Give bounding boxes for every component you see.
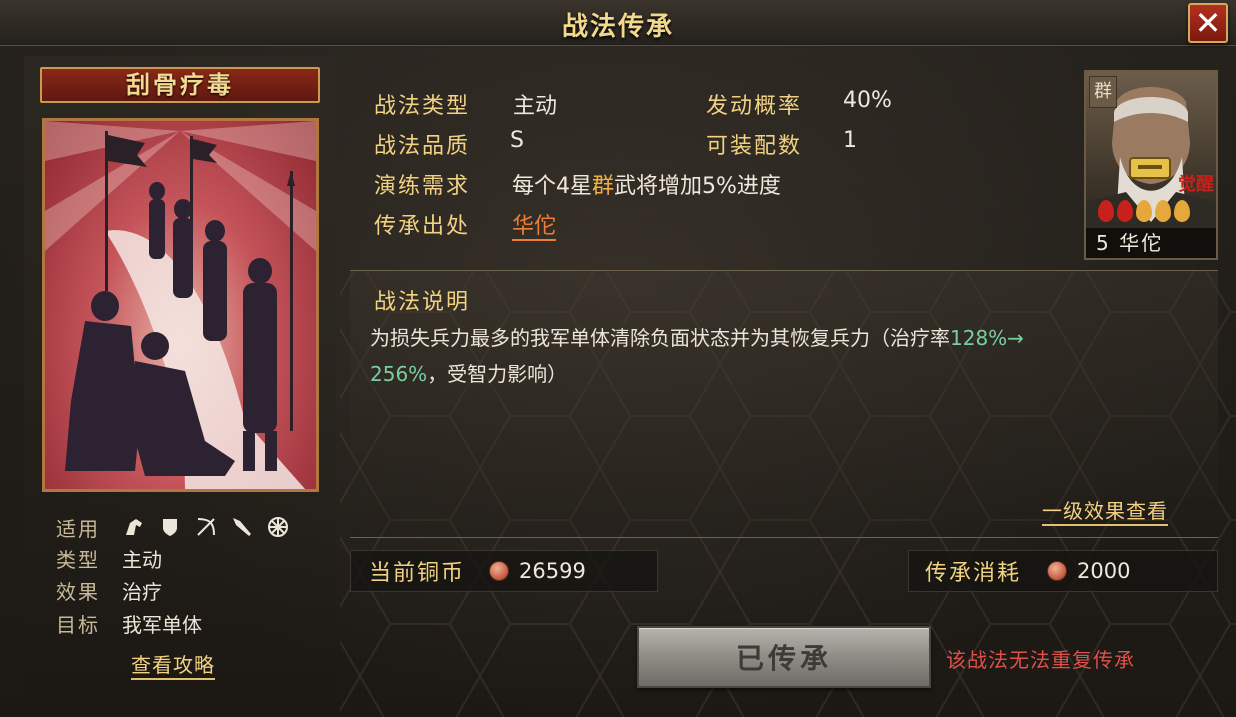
general-name-bar: 5 华佗 <box>1086 228 1216 258</box>
trigger-rate-label: 发动概率 <box>706 94 803 119</box>
inherit-cost-value: 2000 <box>1077 559 1131 583</box>
current-coins-label: 当前铜币 <box>369 561 466 586</box>
description-part: ，受智力影响） <box>427 362 568 386</box>
info-key: 类型 <box>56 547 100 572</box>
close-button[interactable]: ✕ <box>1188 3 1228 43</box>
drill-requirement-value: 每个4星群武将增加5%进度 <box>512 168 781 200</box>
star-icon <box>1136 200 1152 222</box>
info-key: 目标 <box>56 612 100 637</box>
page-title: 战法传承 <box>561 12 674 42</box>
info-row-type: 类型 主动 <box>56 543 162 573</box>
view-guide-link[interactable]: 查看攻略 <box>131 652 215 680</box>
description-text: 为损失兵力最多的我军单体清除负面状态并为其恢复兵力（治疗率128%→ 256%，受… <box>370 320 1190 392</box>
level-one-effect-link[interactable]: 一级效果查看 <box>1042 498 1168 526</box>
info-value: 主动 <box>122 547 162 572</box>
current-coins-bar: 当前铜币 26599 <box>350 550 658 592</box>
star-icon <box>1098 200 1114 222</box>
inherit-source-label: 传承出处 <box>374 214 471 239</box>
spear-icon <box>233 518 251 536</box>
inherited-button[interactable]: 已传承 <box>637 626 931 688</box>
heal-rate-end: 256% <box>370 362 428 386</box>
cannot-reinherit-warning: 该战法无法重复传承 <box>946 648 1135 672</box>
equip-count-value: 1 <box>843 128 857 153</box>
skill-quality-value: S <box>510 128 524 153</box>
inherit-source-value: 华佗 <box>512 208 557 241</box>
star-icon <box>1174 200 1190 222</box>
description-title: 战法说明 <box>374 290 471 315</box>
skill-quality-label: 战法品质 <box>374 134 471 159</box>
info-row-effect: 效果 治疗 <box>56 575 162 605</box>
siege-icon <box>268 517 288 537</box>
info-value: 治疗 <box>122 579 162 604</box>
copper-coin-icon <box>1047 561 1068 581</box>
skill-card-art <box>42 118 319 492</box>
skill-type-value: 主动 <box>513 94 558 119</box>
info-key: 适用 <box>56 516 100 541</box>
unit-type-icons <box>122 515 290 539</box>
info-row-applicable: 适用 <box>56 512 290 542</box>
skill-illustration <box>45 121 316 489</box>
drill-suffix: 武将增加5%进度 <box>614 174 781 199</box>
general-portrait[interactable]: 觉醒 群 5 华佗 <box>1084 70 1218 260</box>
faction-badge: 群 <box>1089 76 1117 108</box>
drill-prefix: 每个4星 <box>512 174 592 199</box>
bow-icon <box>197 518 215 536</box>
close-icon: ✕ <box>1194 4 1222 42</box>
description-part: 为损失兵力最多的我军单体清除负面状态并为其恢复兵力（治疗率 <box>370 326 950 350</box>
source-general-link[interactable]: 华佗 <box>512 214 557 241</box>
trigger-rate-value: 40% <box>843 88 892 113</box>
info-row-target: 目标 我军单体 <box>56 608 202 638</box>
star-rating <box>1098 200 1190 222</box>
star-icon <box>1117 200 1133 222</box>
drill-faction: 群 <box>592 174 615 199</box>
star-icon <box>1155 200 1171 222</box>
inherit-cost-bar: 传承消耗 2000 <box>908 550 1218 592</box>
copper-coin-icon <box>489 561 510 581</box>
info-value: 我军单体 <box>122 612 202 637</box>
drill-requirement-label: 演练需求 <box>374 174 471 199</box>
equip-count-label: 可装配数 <box>706 134 803 159</box>
title-bar: 战法传承 ✕ <box>0 0 1236 46</box>
current-coins-value: 26599 <box>519 559 586 583</box>
skill-type-label: 战法类型 <box>374 94 471 119</box>
general-name: 华佗 <box>1119 231 1164 255</box>
inherit-cost-label: 传承消耗 <box>925 561 1022 586</box>
shield-icon <box>163 519 177 536</box>
cavalry-icon <box>126 519 142 535</box>
skill-name: 刮骨疗毒 <box>40 67 320 103</box>
heal-rate-start: 128%→ <box>950 326 1024 350</box>
info-key: 效果 <box>56 579 100 604</box>
awakened-seal: 觉醒 <box>1178 173 1214 195</box>
general-level: 5 <box>1096 231 1111 255</box>
